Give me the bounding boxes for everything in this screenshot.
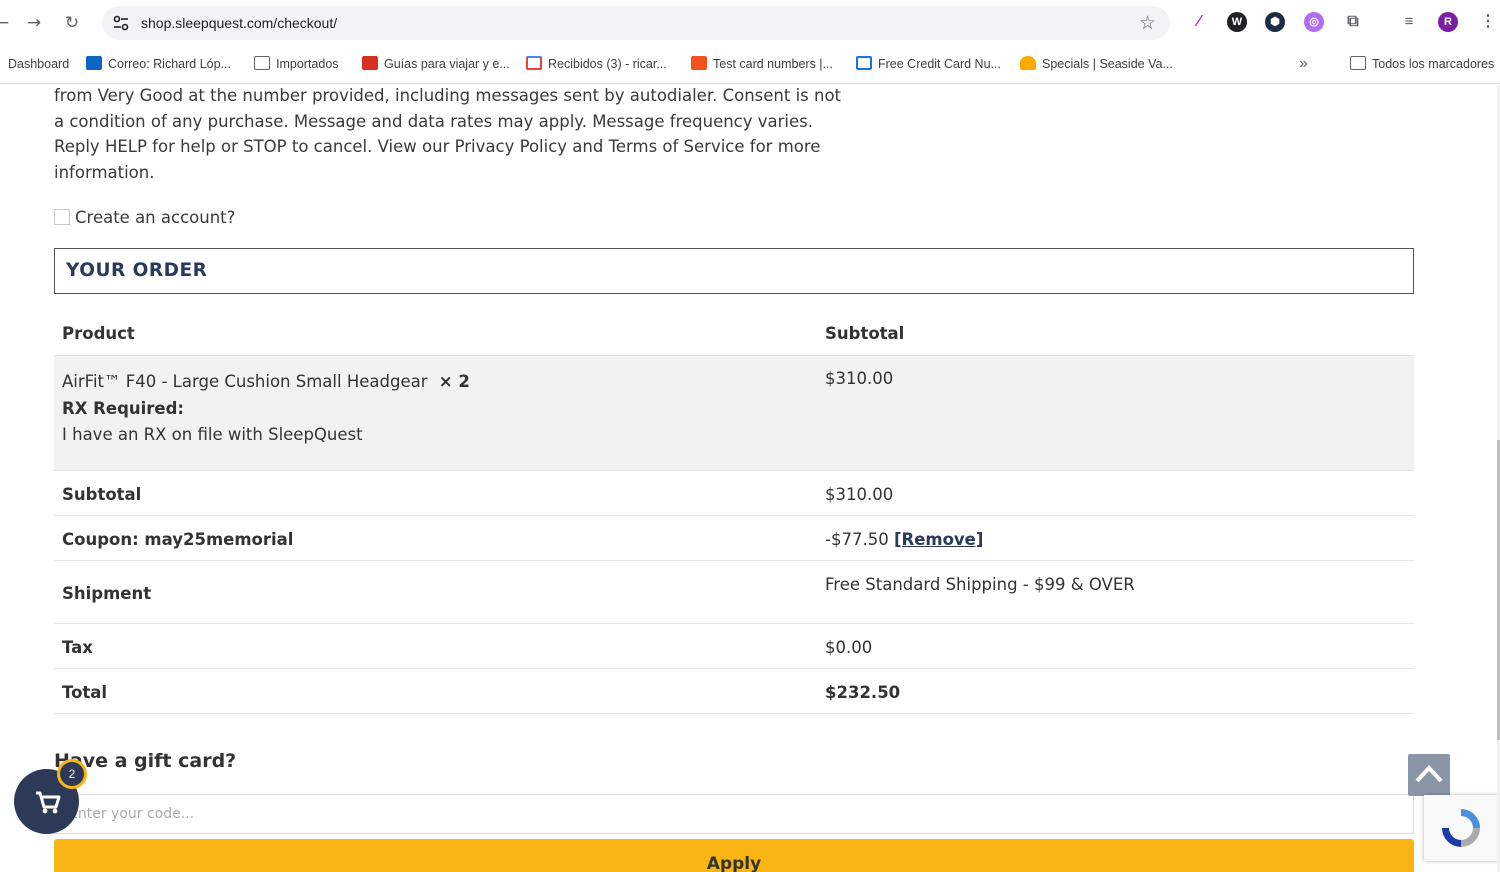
checkout-page: from Very Good at the number provided, i… bbox=[0, 85, 1500, 872]
chevron-up-icon bbox=[1415, 765, 1443, 783]
product-price: $310.00 bbox=[825, 369, 894, 388]
seaside-icon bbox=[1020, 56, 1036, 70]
total-label: Total bbox=[62, 683, 108, 702]
media-queue-icon[interactable]: ≡ bbox=[1399, 12, 1419, 32]
create-account-checkbox[interactable] bbox=[54, 209, 70, 225]
rx-value: I have an RX on file with SleepQuest bbox=[62, 425, 363, 444]
bookmark-item[interactable]: Guías para viajar y e... bbox=[362, 55, 510, 75]
feather-extension-icon[interactable]: ⁄ bbox=[1189, 12, 1209, 32]
shipment-row: Shipment Free Standard Shipping - $99 & … bbox=[54, 561, 1414, 624]
recaptcha-icon bbox=[1442, 809, 1480, 847]
hex-extension-icon[interactable]: ⬢ bbox=[1265, 12, 1285, 32]
bookmark-item[interactable]: Free Credit Card Nu... bbox=[856, 55, 1001, 75]
bookmark-item[interactable]: Recibidos (3) - ricar... bbox=[526, 55, 667, 75]
total-row: Total $232.50 bbox=[54, 669, 1414, 714]
table-row: AirFit™ F40 - Large Cushion Small Headge… bbox=[54, 356, 1414, 471]
apply-gift-card-button[interactable]: Apply bbox=[54, 839, 1414, 872]
subtotal-value: $310.00 bbox=[825, 485, 894, 504]
purple-extension-icon[interactable]: ◎ bbox=[1304, 12, 1324, 32]
extensions-puzzle-icon[interactable]: ⧉ bbox=[1343, 12, 1363, 32]
bookmarks-bar: Dashboard Correo: Richard Lóp... Importa… bbox=[0, 46, 1500, 84]
gmail-icon bbox=[526, 56, 542, 70]
address-bar[interactable]: shop.sleepquest.com/checkout/ ☆ bbox=[102, 6, 1170, 40]
w-extension-icon[interactable]: W bbox=[1227, 12, 1247, 32]
subtotal-row: Subtotal $310.00 bbox=[54, 471, 1414, 516]
all-bookmarks-folder[interactable]: Todos los marcadores bbox=[1350, 55, 1494, 75]
tax-label: Tax bbox=[62, 638, 93, 657]
create-account-label: Create an account? bbox=[75, 208, 236, 227]
bookmark-item[interactable]: Correo: Richard Lóp... bbox=[86, 55, 231, 75]
browser-toolbar: ← → ↻ shop.sleepquest.com/checkout/ ☆ ⁄ … bbox=[0, 0, 1500, 46]
sms-consent-text: from Very Good at the number provided, i… bbox=[54, 86, 842, 183]
more-bookmarks-chevron-icon[interactable]: » bbox=[1299, 55, 1308, 75]
shipment-value: Free Standard Shipping - $99 & OVER bbox=[825, 575, 1135, 594]
credit-card-icon bbox=[856, 56, 872, 70]
tax-row: Tax $0.00 bbox=[54, 624, 1414, 669]
back-icon[interactable]: ← bbox=[0, 11, 14, 35]
coupon-row: Coupon: may25memorial -$77.50 [Remove] bbox=[54, 516, 1414, 561]
recaptcha-badge[interactable] bbox=[1424, 795, 1500, 861]
coupon-cell: -$77.50 [Remove] bbox=[825, 530, 983, 549]
product-quantity: × 2 bbox=[438, 372, 470, 391]
shipment-label: Shipment bbox=[62, 584, 152, 603]
total-value: $232.50 bbox=[825, 683, 901, 702]
your-order-heading-box: YOUR ORDER bbox=[54, 248, 1414, 294]
col-header-product: Product bbox=[62, 324, 135, 343]
forward-icon[interactable]: → bbox=[22, 11, 46, 35]
create-account-option[interactable]: Create an account? bbox=[54, 208, 235, 227]
travel-icon bbox=[362, 56, 378, 70]
coupon-discount: -$77.50 bbox=[825, 530, 889, 549]
bookmark-item[interactable]: Dashboard bbox=[8, 55, 69, 75]
remove-coupon-link[interactable]: [Remove] bbox=[894, 530, 983, 549]
tax-value: $0.00 bbox=[825, 638, 873, 657]
reload-icon[interactable]: ↻ bbox=[60, 11, 84, 35]
folder-icon bbox=[1350, 56, 1366, 70]
cart-count-badge: 2 bbox=[57, 759, 87, 789]
product-cell: AirFit™ F40 - Large Cushion Small Headge… bbox=[62, 369, 470, 449]
bookmark-star-icon[interactable]: ☆ bbox=[1139, 12, 1156, 34]
subtotal-label: Subtotal bbox=[62, 485, 142, 504]
outlook-icon bbox=[86, 56, 102, 70]
product-name: AirFit™ F40 - Large Cushion Small Headge… bbox=[62, 372, 428, 391]
bookmark-folder[interactable]: Importados bbox=[254, 55, 339, 75]
url-text[interactable]: shop.sleepquest.com/checkout/ bbox=[141, 15, 337, 31]
rx-label: RX Required: bbox=[62, 398, 185, 418]
card-icon bbox=[691, 56, 707, 70]
bookmark-item[interactable]: Test card numbers |... bbox=[691, 55, 833, 75]
table-header-row: Product Subtotal bbox=[54, 310, 1414, 356]
your-order-title: YOUR ORDER bbox=[66, 260, 208, 281]
profile-avatar[interactable]: R bbox=[1438, 12, 1458, 32]
col-header-subtotal: Subtotal bbox=[825, 324, 905, 343]
menu-kebab-icon[interactable]: ⋮ bbox=[1478, 12, 1498, 32]
coupon-label: Coupon: may25memorial bbox=[62, 530, 294, 549]
scroll-to-top-button[interactable] bbox=[1408, 754, 1450, 796]
bookmark-item[interactable]: Specials | Seaside Va... bbox=[1020, 55, 1173, 75]
folder-icon bbox=[254, 56, 270, 70]
site-info-icon[interactable] bbox=[112, 14, 130, 32]
gift-card-input[interactable]: Enter your code... bbox=[54, 794, 1414, 834]
